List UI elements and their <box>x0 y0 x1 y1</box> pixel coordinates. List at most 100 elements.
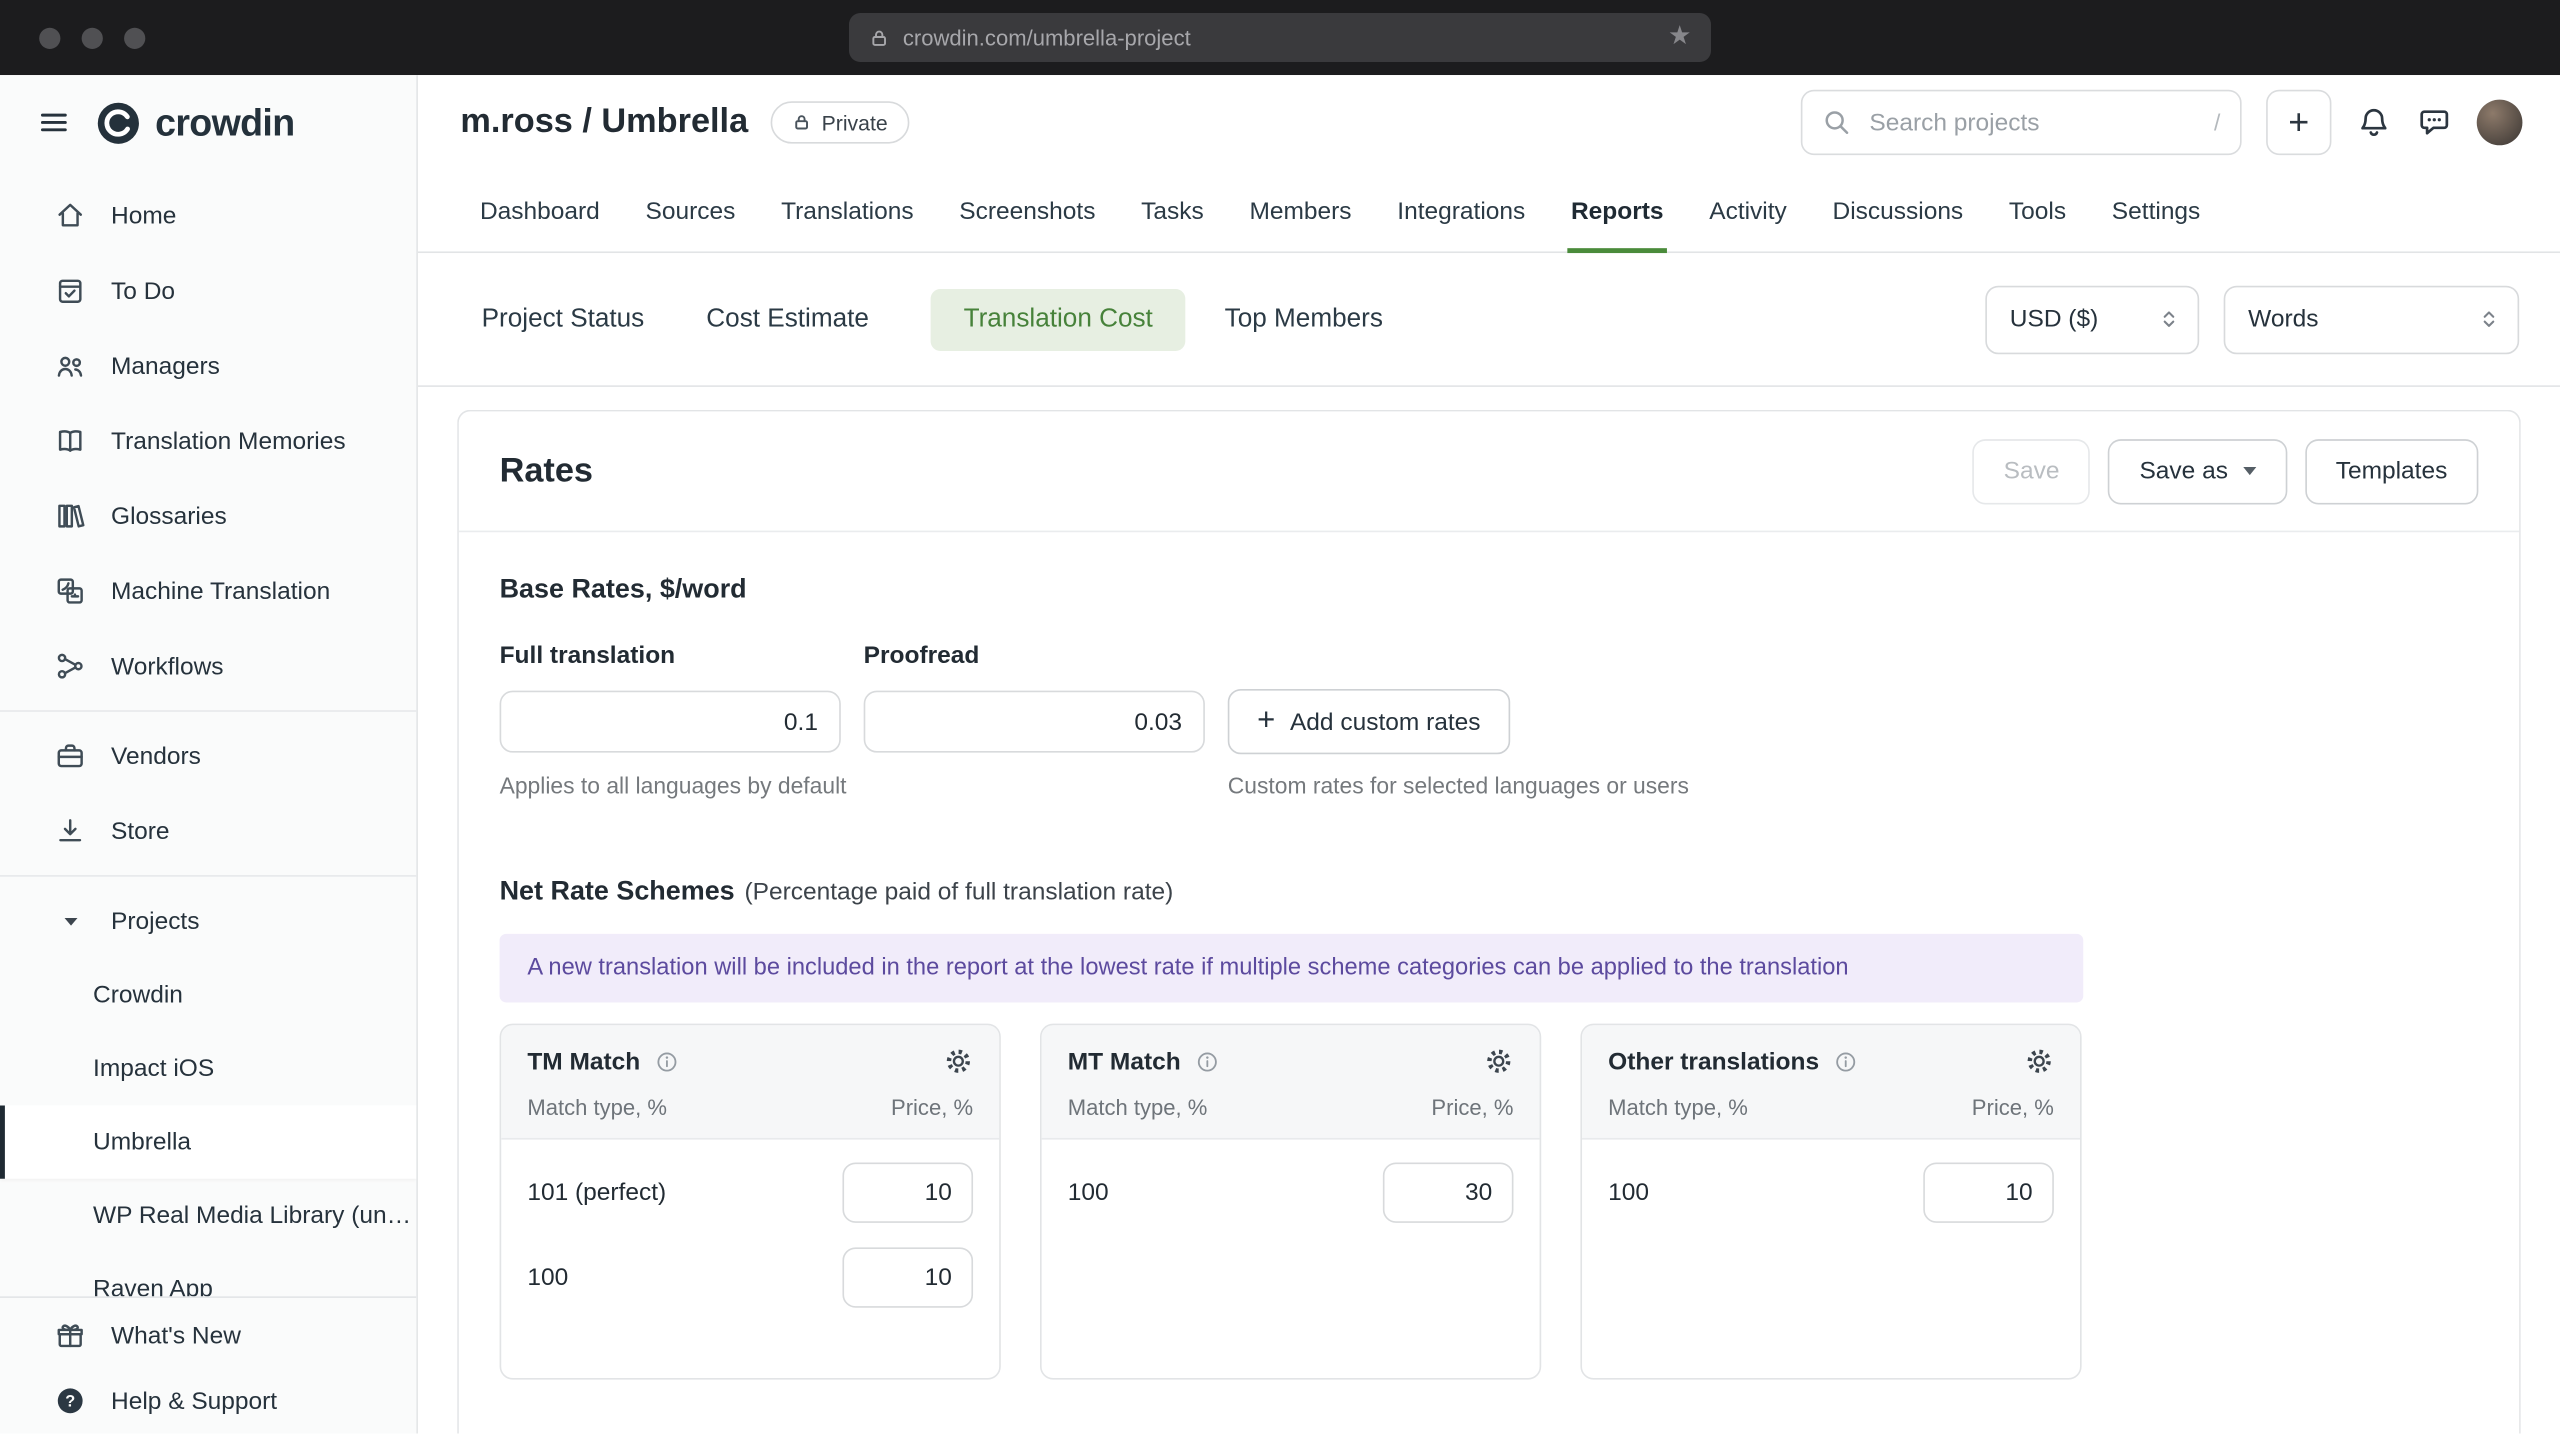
gear-icon[interactable] <box>1484 1047 1513 1076</box>
window-controls[interactable] <box>39 26 146 49</box>
sidebar-item-translation-memories[interactable]: Translation Memories <box>0 403 416 478</box>
notifications-bell-icon[interactable] <box>2356 104 2392 140</box>
sidebar-item-vendors[interactable]: Vendors <box>0 718 416 793</box>
price-input[interactable] <box>842 1247 974 1308</box>
lock-icon <box>792 113 812 133</box>
tab-sources[interactable]: Sources <box>642 198 738 254</box>
divider <box>0 710 417 712</box>
project-tabs: Dashboard Sources Translations Screensho… <box>417 170 2560 254</box>
card-header: MT Match Match type, % Price, % <box>1041 1025 1540 1140</box>
sidebar-item-workflows[interactable]: Workflows <box>0 629 416 704</box>
svg-text:?: ? <box>65 1392 75 1410</box>
window-minimize-button[interactable] <box>81 26 103 49</box>
price-input[interactable] <box>1923 1162 2054 1223</box>
project-label: WP Real Media Library (un… <box>93 1201 412 1230</box>
tab-translations[interactable]: Translations <box>778 198 917 254</box>
screen: crowdin.com/umbrella-project ★ crowdin H… <box>0 0 2560 1434</box>
sidebar: crowdin Home To Do Managers Translation … <box>0 75 418 1434</box>
base-rate-inputs: + Add custom rates <box>499 688 2479 755</box>
sidebar-item-whats-new[interactable]: What's New <box>0 1303 416 1368</box>
subnav-top-members[interactable]: Top Members <box>1225 288 1383 350</box>
price-input[interactable] <box>842 1162 974 1223</box>
bookmark-star-icon[interactable]: ★ <box>1668 24 1691 50</box>
proofread-input[interactable] <box>863 690 1205 753</box>
currency-select-value: USD ($) <box>2009 305 2099 334</box>
save-button[interactable]: Save <box>1972 438 2091 504</box>
crowdin-logo[interactable]: crowdin <box>96 100 295 144</box>
download-icon <box>54 815 87 848</box>
header-controls: / + <box>1800 89 2523 156</box>
tab-settings[interactable]: Settings <box>2109 198 2204 254</box>
tab-discussions[interactable]: Discussions <box>1829 198 1966 254</box>
subnav-project-status[interactable]: Project Status <box>482 288 645 350</box>
home-icon <box>54 199 87 232</box>
templates-button[interactable]: Templates <box>2304 438 2479 504</box>
info-icon[interactable] <box>1195 1049 1219 1073</box>
sidebar-project-impact-ios[interactable]: Impact iOS <box>0 1032 416 1105</box>
sidebar-item-todo[interactable]: To Do <box>0 253 416 328</box>
window-zoom-button[interactable] <box>124 26 146 49</box>
browser-chrome: crowdin.com/umbrella-project ★ <box>0 0 2560 76</box>
sidebar-item-label: Managers <box>111 351 220 380</box>
subnav-cost-estimate[interactable]: Cost Estimate <box>706 288 869 350</box>
sidebar-item-machine-translation[interactable]: Machine Translation <box>0 553 416 628</box>
search-box[interactable]: / <box>1800 89 2242 156</box>
subnav-translation-cost[interactable]: Translation Cost <box>930 288 1186 351</box>
sidebar-item-managers[interactable]: Managers <box>0 328 416 403</box>
messages-icon[interactable] <box>2416 104 2452 140</box>
user-avatar[interactable] <box>2476 99 2523 146</box>
chevron-down-icon <box>54 912 87 930</box>
save-as-button[interactable]: Save as <box>2108 438 2287 504</box>
crowdin-logo-icon <box>97 101 139 144</box>
sidebar-item-store[interactable]: Store <box>0 793 416 868</box>
info-icon[interactable] <box>1834 1049 1858 1073</box>
info-icon[interactable] <box>655 1049 679 1073</box>
sidebar-group-projects[interactable]: Projects <box>0 883 416 958</box>
sidebar-item-label: Glossaries <box>111 502 227 530</box>
machine-translation-icon <box>54 575 87 608</box>
net-rate-schemes-subtitle: (Percentage paid of full translation rat… <box>744 878 1174 907</box>
sidebar-project-crowdin[interactable]: Crowdin <box>0 958 416 1031</box>
full-translation-input[interactable] <box>499 690 841 753</box>
gear-icon[interactable] <box>944 1047 973 1076</box>
unit-select[interactable]: Words <box>2223 284 2520 354</box>
tab-screenshots[interactable]: Screenshots <box>956 198 1099 254</box>
page-title: m.ross / Umbrella <box>460 102 749 141</box>
tab-reports[interactable]: Reports <box>1567 198 1667 254</box>
gear-icon[interactable] <box>2024 1047 2053 1076</box>
select-chevrons-icon <box>2157 307 2181 331</box>
managers-icon <box>54 349 87 382</box>
tab-integrations[interactable]: Integrations <box>1394 198 1529 254</box>
match-type-column-label: Match type, % <box>1608 1095 1748 1120</box>
tab-dashboard[interactable]: Dashboard <box>477 198 603 254</box>
sidebar-item-glossaries[interactable]: Glossaries <box>0 478 416 553</box>
sidebar-group-label: Projects <box>111 906 200 935</box>
rate-row: 100 <box>527 1247 974 1308</box>
tab-activity[interactable]: Activity <box>1706 198 1790 254</box>
books-icon <box>54 500 87 533</box>
sidebar-project-wp-real-media-library[interactable]: WP Real Media Library (un… <box>0 1179 416 1252</box>
hamburger-menu-icon[interactable] <box>38 106 71 139</box>
rate-row: 100 <box>1068 1162 1514 1223</box>
sidebar-item-help-support[interactable]: ? Help & Support <box>0 1368 416 1433</box>
currency-select[interactable]: USD ($) <box>1985 284 2200 354</box>
add-custom-rates-button[interactable]: + Add custom rates <box>1227 688 1510 755</box>
window-close-button[interactable] <box>39 26 61 49</box>
sidebar-item-home[interactable]: Home <box>0 178 416 253</box>
sidebar-item-label: To Do <box>111 276 175 305</box>
tab-tasks[interactable]: Tasks <box>1138 198 1207 254</box>
private-badge: Private <box>770 101 909 144</box>
match-type-value: 100 <box>527 1263 569 1292</box>
create-project-button[interactable]: + <box>2266 89 2332 156</box>
rate-scheme-cards: TM Match Match type, % Price, % 101 (per… <box>499 1023 2479 1380</box>
address-bar[interactable]: crowdin.com/umbrella-project ★ <box>848 13 1712 63</box>
sidebar-project-umbrella[interactable]: Umbrella <box>0 1105 417 1179</box>
sidebar-header: crowdin <box>0 75 416 170</box>
price-input[interactable] <box>1382 1162 1514 1223</box>
help-icon: ? <box>54 1384 87 1417</box>
book-icon <box>54 424 87 457</box>
tab-members[interactable]: Members <box>1246 198 1355 254</box>
match-type-column-label: Match type, % <box>1067 1095 1208 1120</box>
search-input[interactable] <box>1866 106 2200 138</box>
tab-tools[interactable]: Tools <box>2006 198 2070 254</box>
